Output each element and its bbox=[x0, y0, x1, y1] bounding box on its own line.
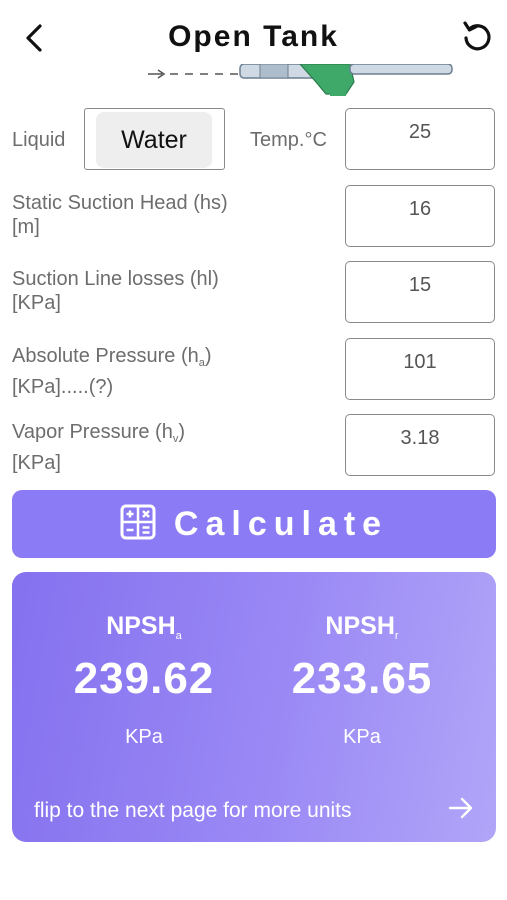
abs-pressure-unit-help[interactable]: [KPa].....(?) bbox=[12, 375, 212, 399]
npshr-name: NPSH bbox=[325, 612, 395, 640]
result-card: NPSHa 239.62 KPa NPSHr 233.65 KPa flip t… bbox=[12, 572, 496, 842]
reset-button[interactable] bbox=[457, 18, 497, 60]
static-head-unit: [m] bbox=[12, 216, 40, 238]
npsha-title: NPSHa bbox=[34, 612, 254, 642]
temp-field[interactable] bbox=[345, 108, 495, 170]
npshr-title: NPSHr bbox=[252, 612, 472, 642]
abs-pressure-field[interactable] bbox=[345, 338, 495, 400]
calculate-button[interactable]: Calculate bbox=[12, 490, 496, 558]
abs-pressure-label-end: ) bbox=[204, 345, 212, 367]
npshr-result: NPSHr 233.65 KPa bbox=[252, 612, 472, 749]
page-title: Open Tank bbox=[168, 20, 339, 53]
temp-input[interactable] bbox=[346, 109, 494, 144]
npsha-result: NPSHa 239.62 KPa bbox=[34, 612, 254, 749]
vapor-pressure-label-text: Vapor Pressure (h bbox=[12, 421, 173, 443]
vapor-pressure-input[interactable] bbox=[346, 415, 494, 450]
npsha-subscript: a bbox=[175, 630, 182, 642]
npshr-unit: KPa bbox=[343, 726, 381, 748]
line-losses-input[interactable] bbox=[346, 262, 494, 297]
liquid-label: Liquid bbox=[12, 129, 66, 151]
pump-diagram bbox=[140, 64, 460, 98]
vapor-pressure-label: Vapor Pressure (hv) [KPa] bbox=[12, 420, 185, 475]
npshr-subscript: r bbox=[394, 630, 399, 642]
flip-text: flip to the next page for more units bbox=[34, 798, 352, 822]
calculator-icon bbox=[120, 504, 156, 545]
line-losses-field[interactable] bbox=[345, 261, 495, 323]
static-head-label: Static Suction Head (hs) [m] bbox=[12, 191, 228, 239]
abs-pressure-input[interactable] bbox=[346, 339, 494, 374]
temp-label: Temp.°C bbox=[250, 129, 327, 151]
arrow-right-icon bbox=[448, 797, 474, 824]
vapor-pressure-field[interactable] bbox=[345, 414, 495, 476]
static-head-label-text: Static Suction Head (hs) bbox=[12, 192, 228, 214]
line-losses-label: Suction Line losses (hl) [KPa] bbox=[12, 267, 219, 315]
line-losses-label-text: Suction Line losses (hl) bbox=[12, 268, 219, 290]
npshr-value: 233.65 bbox=[291, 654, 433, 703]
static-head-input[interactable] bbox=[346, 186, 494, 221]
abs-pressure-label-text: Absolute Pressure (h bbox=[12, 345, 199, 367]
rotate-ccw-icon bbox=[459, 19, 495, 60]
vapor-pressure-unit: [KPa] bbox=[12, 452, 61, 474]
npsha-value: 239.62 bbox=[73, 654, 215, 703]
vapor-pressure-label-end: ) bbox=[178, 421, 185, 443]
flip-next-page-link[interactable]: flip to the next page for more units bbox=[34, 797, 474, 824]
static-head-field[interactable] bbox=[345, 185, 495, 247]
npsha-name: NPSH bbox=[106, 612, 176, 640]
abs-pressure-label: Absolute Pressure (ha) [KPa].....(?) bbox=[12, 344, 212, 399]
calculate-label: Calculate bbox=[173, 504, 389, 543]
npsha-unit: KPa bbox=[125, 726, 163, 748]
liquid-select-button[interactable]: Water bbox=[96, 112, 212, 168]
line-losses-unit: [KPa] bbox=[12, 292, 61, 314]
